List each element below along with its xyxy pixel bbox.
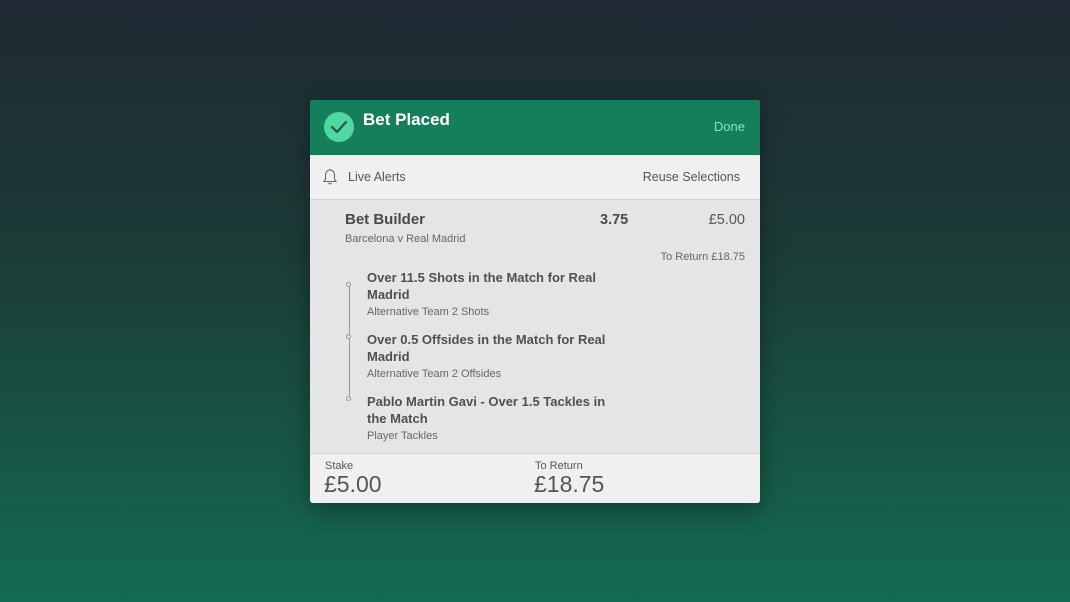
bet-title: Bet Builder	[345, 211, 426, 228]
selection-title: Over 0.5 Offsides in the Match for Real …	[367, 332, 606, 364]
timeline-dot	[346, 396, 351, 401]
timeline-dot	[346, 282, 351, 287]
selection-market: Player Tackles	[367, 430, 438, 442]
selection-item: Over 0.5 Offsides in the Match for Real …	[367, 331, 627, 380]
selection-title: Pablo Martin Gavi - Over 1.5 Tackles in …	[367, 394, 606, 426]
selection-market: Alternative Team 2 Shots	[367, 306, 490, 318]
bell-icon[interactable]	[322, 168, 338, 189]
bet-match: Barcelona v Real Madrid	[345, 233, 466, 245]
bet-odds: 3.75	[600, 212, 629, 228]
selection-item: Over 11.5 Shots in the Match for Real Ma…	[367, 269, 627, 318]
selection-timeline	[349, 284, 350, 398]
bet-placed-modal: Bet Placed Done Live Alerts Reuse Select…	[310, 100, 760, 503]
bet-summary-footer: Stake £5.00 To Return £18.75	[310, 453, 760, 503]
reuse-selections-button[interactable]: Reuse Selections	[643, 170, 740, 184]
timeline-dot	[346, 334, 351, 339]
live-alerts-button[interactable]: Live Alerts	[348, 170, 406, 184]
alerts-bar: Live Alerts Reuse Selections	[310, 155, 760, 200]
stake-value: £5.00	[324, 471, 382, 497]
modal-title: Bet Placed	[363, 110, 450, 129]
done-button[interactable]: Done	[714, 119, 745, 134]
check-icon	[324, 112, 354, 142]
bet-to-return: To Return £18.75	[660, 251, 745, 263]
modal-header: Bet Placed Done	[310, 100, 760, 155]
selection-market: Alternative Team 2 Offsides	[367, 368, 502, 380]
bet-stake: £5.00	[708, 212, 745, 228]
bet-details: Bet Builder Barcelona v Real Madrid 3.75…	[310, 200, 760, 453]
selection-item: Pablo Martin Gavi - Over 1.5 Tackles in …	[367, 393, 627, 442]
selection-title: Over 11.5 Shots in the Match for Real Ma…	[367, 270, 597, 302]
return-value: £18.75	[534, 471, 605, 497]
